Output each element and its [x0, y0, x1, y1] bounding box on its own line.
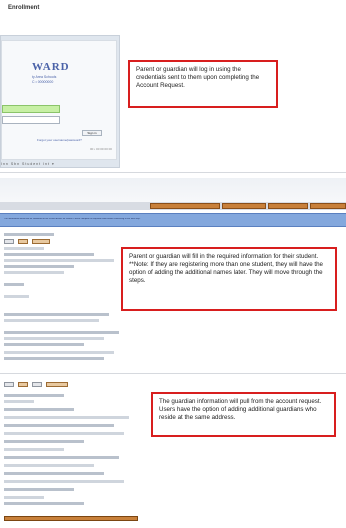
username-field[interactable] [2, 105, 60, 113]
form-field-line[interactable] [4, 424, 114, 427]
form-button[interactable] [46, 382, 68, 387]
form-field-line[interactable] [4, 496, 44, 499]
form-field-line[interactable] [4, 416, 129, 419]
page-title: Enrollment [8, 5, 40, 11]
form-field-line[interactable] [4, 233, 54, 236]
form-field-line[interactable] [4, 295, 29, 298]
sign-in-button[interactable]: Sign in [82, 130, 102, 136]
info-banner-text: The information below will be submitted … [4, 218, 141, 220]
guardian-info-callout-text: The guardian information will pull from … [159, 398, 322, 421]
form-field-line[interactable] [4, 440, 84, 443]
nav-tab-1[interactable] [150, 203, 220, 209]
form-field-line[interactable] [4, 337, 104, 340]
form-field-line[interactable] [4, 488, 74, 491]
guardian-form-fields [4, 394, 144, 514]
form-field-line[interactable] [4, 432, 124, 435]
form-field-line[interactable] [4, 464, 94, 467]
form-button[interactable] [18, 382, 28, 387]
section-divider [0, 172, 346, 173]
form-field-line[interactable] [4, 448, 64, 451]
login-footnote: 00 • 00 00 00 00 [90, 147, 112, 151]
password-field[interactable] [2, 116, 60, 124]
form-field-line[interactable] [4, 357, 104, 360]
info-banner: The information below will be submitted … [0, 213, 346, 227]
form-field-line[interactable] [4, 400, 34, 403]
form-field-line[interactable] [4, 253, 94, 256]
form-field-line[interactable] [4, 502, 84, 505]
form-field-line[interactable] [4, 283, 24, 286]
login-screenshot: WARD ty Area Schools C • 00000000 Sign i… [0, 35, 120, 168]
form-field-line[interactable] [4, 331, 119, 334]
form-button[interactable] [4, 382, 14, 387]
form-button[interactable] [18, 239, 28, 244]
form-field-line[interactable] [4, 343, 84, 346]
brand-logo-text: WARD [32, 61, 70, 73]
form-button[interactable] [32, 239, 50, 244]
form-field-line[interactable] [4, 271, 64, 274]
form-field-line[interactable] [4, 265, 74, 268]
form-field-line[interactable] [4, 351, 114, 354]
nav-tab-4[interactable] [310, 203, 346, 209]
form-field-line[interactable] [4, 472, 104, 475]
form-field-line[interactable] [4, 408, 74, 411]
form-field-line[interactable] [4, 480, 124, 483]
student-info-callout-text: Parent or guardian will fill in the requ… [129, 253, 323, 284]
add-guardian-bar[interactable] [4, 516, 138, 521]
forgot-password-link[interactable]: Forgot your username/password? [37, 138, 82, 142]
form-field-line[interactable] [4, 319, 99, 322]
nav-tab-3[interactable] [268, 203, 308, 209]
form-field-line[interactable] [4, 313, 109, 316]
form-field-line[interactable] [4, 456, 119, 459]
brand-subtitle: ty Area Schools [32, 75, 57, 79]
form-field-line[interactable] [4, 259, 114, 262]
student-form-fields [4, 233, 124, 363]
form-field-line[interactable] [4, 247, 44, 250]
guardian-info-callout: The guardian information will pull from … [151, 392, 336, 437]
login-callout: Parent or guardian will log in using the… [128, 60, 278, 108]
login-card: WARD ty Area Schools C • 00000000 Sign i… [1, 40, 117, 160]
form-button[interactable] [32, 382, 42, 387]
form-field-line[interactable] [4, 394, 64, 397]
browser-header [0, 178, 346, 202]
student-selector[interactable]: Inn Sbn Student Int ▾ [1, 162, 71, 168]
brand-subtitle-2: C • 00000000 [32, 80, 54, 84]
student-info-callout: Parent or guardian will fill in the requ… [121, 247, 337, 311]
nav-tab-2[interactable] [222, 203, 266, 209]
section-divider [0, 373, 346, 374]
login-callout-text: Parent or guardian will log in using the… [136, 66, 260, 89]
form-button[interactable] [4, 239, 14, 244]
